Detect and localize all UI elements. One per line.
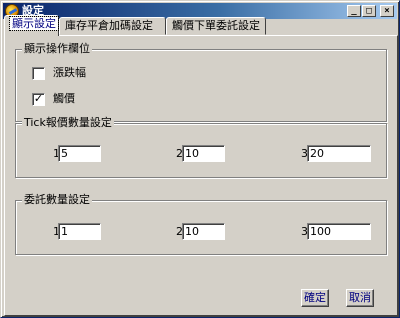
cancel-button[interactable]: 取消 [346,289,374,307]
close-icon: × [384,6,390,16]
checkbox-trigger-price[interactable]: ✓ [32,93,45,106]
maximize-button[interactable]: □ [362,5,376,17]
tick-quantity-input-3[interactable] [307,145,371,162]
checkbox-price-change[interactable] [32,67,45,80]
tick-quantity-group: Tick報價數量設定 1 2 3 [15,116,387,178]
group-legend: 顯示操作欄位 [22,42,92,56]
order-quantity-input-2[interactable] [182,223,225,240]
maximize-icon: □ [366,6,372,16]
group-legend: Tick報價數量設定 [22,116,114,130]
tab-panel: 顯示操作欄位 漲跌幅 ✓ 觸價 Tick報價數量設定 1 2 3 委託數量設定 … [4,35,398,316]
tab-trigger-order-settings[interactable]: 觸價下單委託設定 [166,17,266,35]
order-quantity-input-3[interactable] [307,223,371,240]
tick-quantity-input-2[interactable] [182,145,225,162]
tick-quantity-input-1[interactable] [58,145,101,162]
checkbox-label[interactable]: 漲跌幅 [53,66,86,80]
ok-button[interactable]: 確定 [301,289,329,307]
display-columns-group: 顯示操作欄位 漲跌幅 ✓ 觸價 [15,42,387,122]
minimize-button[interactable]: _ [347,5,361,17]
order-quantity-group: 委託數量設定 1 2 3 [15,193,387,255]
tab-label: 顯示設定 [9,16,59,31]
close-button[interactable]: × [380,5,394,17]
group-legend: 委託數量設定 [22,193,92,207]
tab-label: 觸價下單委託設定 [172,19,260,32]
tab-position-settings[interactable]: 庫存平倉加碼設定 [59,17,166,35]
tab-label: 庫存平倉加碼設定 [65,19,153,32]
order-quantity-input-1[interactable] [58,223,101,240]
checkbox-label[interactable]: 觸價 [53,92,75,106]
minimize-icon: _ [351,6,357,16]
settings-window: 設定 _ □ × 顯示設定 庫存平倉加碼設定 觸價下單委託設定 顯示操作欄位 漲… [0,0,400,318]
tab-display-settings[interactable]: 顯示設定 [4,15,59,36]
